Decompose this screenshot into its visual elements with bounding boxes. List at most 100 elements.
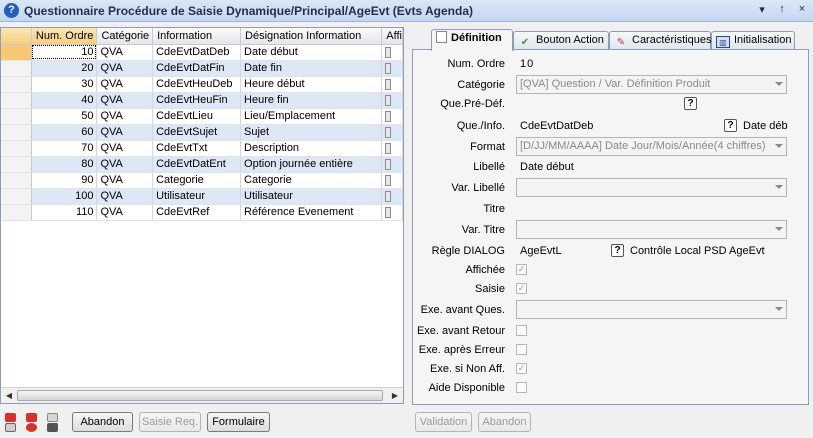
cell-designation[interactable]: Description (240, 140, 383, 157)
cell-affichee[interactable] (381, 172, 403, 189)
scroll-left-icon[interactable]: ◀ (3, 390, 15, 402)
cell-designation[interactable]: Date début (240, 44, 383, 61)
table-row[interactable]: 70 QVA CdeEvtTxt Description (1, 140, 403, 157)
cell-information[interactable]: CdeEvtDatEnt (152, 156, 242, 173)
cell-num-ordre[interactable]: 40 (31, 92, 98, 109)
validation-button[interactable]: Validation (415, 412, 472, 432)
cell-categorie[interactable]: QVA (96, 204, 154, 221)
cell-num-ordre[interactable]: 80 (31, 156, 98, 173)
move-up-icon[interactable] (5, 423, 16, 432)
table-row[interactable]: 60 QVA CdeEvtSujet Sujet (1, 124, 403, 141)
row-header[interactable] (1, 44, 32, 61)
move-down-icon[interactable] (26, 423, 37, 432)
delete-row-icon[interactable] (5, 413, 16, 422)
cell-num-ordre[interactable]: 20 (31, 60, 98, 77)
row-header[interactable] (1, 124, 32, 141)
table-row[interactable]: 10 QVA CdeEvtDatDeb Date début (1, 44, 403, 61)
table-row[interactable]: 30 QVA CdeEvtHeuDeb Heure début (1, 76, 403, 93)
exe-avant-retour-checkbox[interactable] (516, 325, 527, 336)
que-pre-def-help-button[interactable]: ? (684, 97, 697, 110)
formulaire-button[interactable]: Formulaire (207, 412, 270, 432)
table-row[interactable]: 90 QVA Categorie Categorie (1, 172, 403, 189)
cell-designation[interactable]: Heure début (240, 76, 383, 93)
categorie-select[interactable]: [QVA] Question / Var. Définition Produit (516, 75, 787, 94)
table-row[interactable]: 50 QVA CdeEvtLieu Lieu/Emplacement (1, 108, 403, 125)
cell-num-ordre[interactable]: 110 (31, 204, 98, 221)
insert-row-icon[interactable] (26, 413, 37, 422)
cell-categorie[interactable]: QVA (96, 92, 154, 109)
cell-affichee[interactable] (381, 188, 403, 205)
cell-designation[interactable]: Categorie (240, 172, 383, 189)
exe-apres-erreur-checkbox[interactable] (516, 344, 527, 355)
row-header[interactable] (1, 108, 32, 125)
cell-categorie[interactable]: QVA (96, 76, 154, 93)
cell-information[interactable]: Utilisateur (152, 188, 242, 205)
column-header-designation[interactable]: Désignation Information (240, 28, 383, 45)
cell-information[interactable]: Categorie (152, 172, 242, 189)
abandon-button-right[interactable]: Abandon (478, 412, 531, 432)
table-row[interactable]: 20 QVA CdeEvtDatFin Date fin (1, 60, 403, 77)
column-header-categorie[interactable]: Catégorie (96, 28, 154, 45)
column-header-affichee[interactable]: Affi (381, 28, 403, 45)
row-header-corner[interactable] (1, 28, 32, 45)
cell-information[interactable]: CdeEvtDatDeb (152, 44, 242, 61)
cell-categorie[interactable]: QVA (96, 188, 154, 205)
table-row[interactable]: 80 QVA CdeEvtDatEnt Option journée entière (1, 156, 403, 173)
format-select[interactable]: [D/JJ/MM/AAAA] Date Jour/Mois/Année(4 ch… (516, 137, 787, 156)
cell-designation[interactable]: Utilisateur (240, 188, 383, 205)
cell-affichee[interactable] (381, 44, 403, 61)
cell-num-ordre[interactable]: 10 (31, 44, 98, 61)
cell-affichee[interactable] (381, 156, 403, 173)
row-header[interactable] (1, 156, 32, 173)
row-header[interactable] (1, 76, 32, 93)
cell-categorie[interactable]: QVA (96, 172, 154, 189)
cell-designation[interactable]: Lieu/Emplacement (240, 108, 383, 125)
dropdown-menu-icon[interactable]: ▾ (757, 3, 767, 16)
cell-categorie[interactable]: QVA (96, 108, 154, 125)
cell-categorie[interactable]: QVA (96, 156, 154, 173)
cell-num-ordre[interactable]: 50 (31, 108, 98, 125)
saisie-req-button[interactable]: Saisie Req. (139, 412, 201, 432)
scroll-right-icon[interactable]: ▶ (389, 390, 401, 402)
column-header-information[interactable]: Information (152, 28, 242, 45)
saisie-checkbox[interactable]: ✓ (516, 283, 527, 294)
cell-designation[interactable]: Date fin (240, 60, 383, 77)
column-header-num-ordre[interactable]: Num. Ordre (31, 28, 98, 45)
exe-avant-ques-select[interactable] (516, 300, 787, 319)
cell-affichee[interactable] (381, 140, 403, 157)
table-row[interactable]: 40 QVA CdeEvtHeuFin Heure fin (1, 92, 403, 109)
cell-designation[interactable]: Option journée entière (240, 156, 383, 173)
pin-icon[interactable]: ↑ (777, 3, 787, 16)
cell-affichee[interactable] (381, 76, 403, 93)
tab-bouton-action[interactable]: ✔ Bouton Action (513, 31, 609, 50)
row-header[interactable] (1, 172, 32, 189)
questions-grid[interactable]: Num. Ordre Catégorie Information Désigna… (0, 27, 404, 404)
cell-num-ordre[interactable]: 70 (31, 140, 98, 157)
var-libelle-select[interactable] (516, 178, 787, 197)
table-row[interactable]: 100 QVA Utilisateur Utilisateur (1, 188, 403, 205)
tab-definition[interactable]: Définition (431, 29, 513, 51)
cell-designation[interactable]: Référence Evenement (240, 204, 383, 221)
cell-categorie[interactable]: QVA (96, 44, 154, 61)
regle-dialog-help-button[interactable]: ? (611, 244, 624, 257)
horizontal-scrollbar[interactable]: ◀ ▶ (1, 387, 403, 403)
tab-caracteristiques[interactable]: ✎ Caractéristiques (609, 31, 711, 50)
row-header[interactable] (1, 60, 32, 77)
cell-information[interactable]: CdeEvtRef (152, 204, 242, 221)
cell-information[interactable]: CdeEvtDatFin (152, 60, 242, 77)
cell-information[interactable]: CdeEvtSujet (152, 124, 242, 141)
cell-categorie[interactable]: QVA (96, 140, 154, 157)
table-row[interactable]: 110 QVA CdeEvtRef Référence Evenement (1, 204, 403, 221)
row-header[interactable] (1, 188, 32, 205)
close-icon[interactable]: × (797, 3, 807, 16)
link-icon[interactable] (47, 423, 58, 432)
cell-num-ordre[interactable]: 60 (31, 124, 98, 141)
exe-si-non-aff-checkbox[interactable]: ✓ (516, 363, 527, 374)
affichee-checkbox[interactable]: ✓ (516, 264, 527, 275)
var-titre-select[interactable] (516, 220, 787, 239)
row-header[interactable] (1, 204, 32, 221)
cell-information[interactable]: CdeEvtHeuFin (152, 92, 242, 109)
cell-num-ordre[interactable]: 90 (31, 172, 98, 189)
cell-designation[interactable]: Heure fin (240, 92, 383, 109)
tab-initialisation[interactable]: ▥ Initialisation (711, 31, 795, 50)
